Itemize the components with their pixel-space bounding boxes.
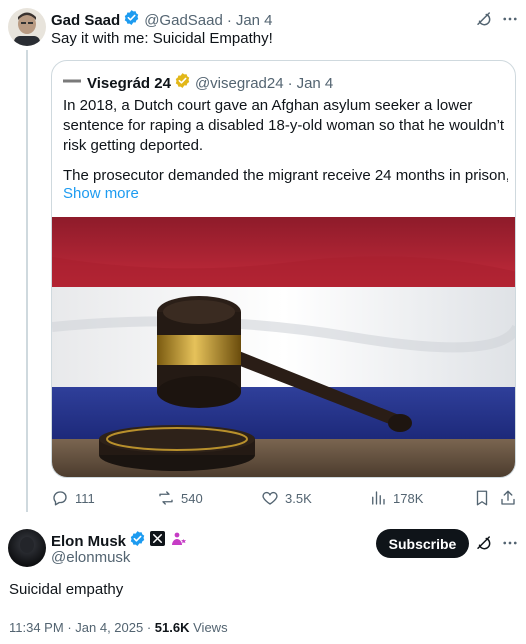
- views-count: 178K: [393, 490, 424, 506]
- like-button[interactable]: 3.5K: [261, 489, 312, 507]
- views-label: Views: [193, 620, 228, 635]
- elon-musk-avatar[interactable]: [8, 529, 46, 567]
- gold-verified-badge-icon: [174, 72, 191, 94]
- grok-icon[interactable]: [474, 9, 494, 29]
- parent-tweet-action-bar: 111 540 3.5K 178K: [51, 488, 521, 510]
- tweet-time[interactable]: 11:34 PM: [9, 620, 64, 635]
- show-more-link[interactable]: Show more: [63, 185, 139, 202]
- share-icon: [501, 490, 515, 505]
- x-affiliate-badge-icon[interactable]: [150, 531, 166, 551]
- verified-badge-icon: [129, 530, 146, 552]
- more-options-icon[interactable]: [500, 9, 520, 29]
- reply-icon: [53, 491, 67, 506]
- bookmark-button[interactable]: [473, 489, 497, 507]
- verified-badge-icon: [123, 9, 140, 31]
- main-author-handle[interactable]: @elonmusk: [51, 549, 130, 566]
- quoted-author-handle[interactable]: @visegrad24: [195, 75, 284, 92]
- reply-button[interactable]: 111: [51, 489, 95, 507]
- quoted-author-name[interactable]: Visegrád 24: [87, 75, 171, 92]
- tweet-date[interactable]: Jan 4, 2025: [75, 620, 143, 635]
- pink-figure-icon: [170, 531, 187, 552]
- grok-icon[interactable]: [474, 533, 494, 553]
- parent-author-name[interactable]: Gad Saad: [51, 12, 120, 29]
- parent-tweet-header: Gad Saad @GadSaad · Jan 4: [51, 9, 273, 31]
- parent-tweet-date[interactable]: Jan 4: [236, 12, 273, 29]
- main-tweet-text: Suicidal empathy: [9, 581, 124, 598]
- gad-saad-avatar[interactable]: [8, 8, 46, 46]
- repost-count: 540: [181, 490, 203, 506]
- separator-dot: ·: [287, 74, 293, 92]
- subscribe-button[interactable]: Subscribe: [376, 529, 469, 558]
- reply-count: 111: [75, 490, 95, 506]
- quoted-paragraph-2: The prosecutor demanded the migrant rece…: [63, 167, 508, 184]
- more-options-icon[interactable]: [500, 533, 520, 553]
- quoted-tweet-header: Visegrád 24 @visegrad24 · Jan 4: [63, 72, 333, 94]
- views-count: 51.6K: [154, 620, 190, 635]
- quoted-tweet-card[interactable]: Visegrád 24 @visegrad24 · Jan 4 In 2018,…: [51, 60, 516, 478]
- bookmark-icon: [476, 490, 488, 506]
- analytics-icon: [372, 491, 385, 505]
- separator-dot: ·: [226, 11, 232, 29]
- quoted-tweet-date[interactable]: Jan 4: [297, 75, 334, 92]
- share-button[interactable]: [499, 489, 523, 507]
- repost-icon: [159, 491, 173, 505]
- thread-connector-line: [26, 50, 28, 512]
- views-button[interactable]: 178K: [369, 489, 423, 507]
- main-author-name[interactable]: Elon Musk: [51, 533, 126, 550]
- parent-author-handle[interactable]: @GadSaad: [144, 12, 223, 29]
- like-count: 3.5K: [285, 490, 312, 506]
- main-tweet-meta: 11:34 PM · Jan 4, 2025 · 51.6K Views: [9, 620, 228, 635]
- flag-avatar-icon: [63, 73, 81, 93]
- parent-tweet-text: Say it with me: Suicidal Empathy!: [51, 30, 273, 47]
- quoted-tweet-image[interactable]: [52, 217, 515, 477]
- repost-button[interactable]: 540: [157, 489, 203, 507]
- quoted-paragraph-1: In 2018, a Dutch court gave an Afghan as…: [63, 97, 505, 154]
- heart-icon: [262, 491, 278, 505]
